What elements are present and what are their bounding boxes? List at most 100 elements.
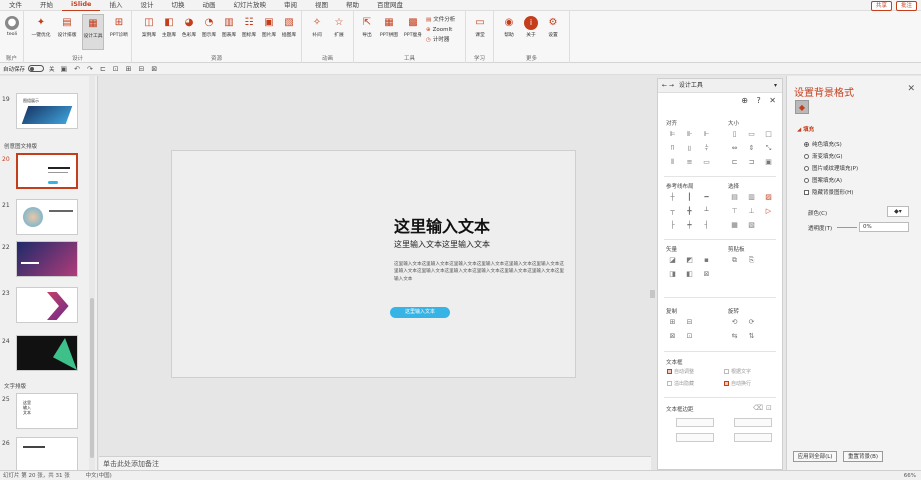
slide-thumbnail-24[interactable] <box>16 335 78 371</box>
add-icon[interactable]: ⊕ <box>741 96 748 105</box>
gradient-fill-radio[interactable] <box>804 154 809 159</box>
rotate-right-icon[interactable]: ⟳ <box>743 315 760 329</box>
subtract-icon[interactable]: ◧ <box>681 267 698 281</box>
select-same-icon[interactable]: ▤ <box>726 190 743 204</box>
account-button[interactable]: ● teoli <box>1 14 23 50</box>
extend-button[interactable]: ☆ 扩展 <box>328 14 350 50</box>
align-top-icon[interactable]: ⫪ <box>664 141 681 155</box>
timer-button[interactable]: ◷ 计时器 <box>426 35 455 45</box>
thumbnail-scroll-thumb[interactable] <box>90 298 94 458</box>
tab-slideshow[interactable]: 幻灯片放映 <box>224 0 275 11</box>
copy-v-icon[interactable]: ⊡ <box>681 329 698 343</box>
rotate-more-icon[interactable] <box>760 315 777 329</box>
guide-bottom-icon[interactable]: ┴ <box>698 204 715 218</box>
hide-background-option[interactable]: 隐藏背景图形(H) <box>804 188 853 196</box>
transparency-slider[interactable] <box>837 227 857 228</box>
help-button[interactable]: ◉ 帮助 <box>498 14 520 50</box>
fragment-icon[interactable]: ▪ <box>698 253 715 267</box>
lock-icon[interactable]: ⊡ <box>766 404 772 412</box>
comment-button[interactable]: 批注 <box>895 1 917 11</box>
copy-more-icon[interactable] <box>698 315 715 329</box>
tab-help[interactable]: 帮助 <box>337 0 368 11</box>
question-icon[interactable]: ? <box>757 96 761 105</box>
guide-left-icon[interactable]: ├ <box>664 218 681 232</box>
guide-v-icon[interactable]: ┃ <box>681 190 698 204</box>
close-icon[interactable]: ✕ <box>769 96 776 105</box>
current-slide[interactable]: 这里输入文本 这里输入文本这里输入文本 这里输入文本这里输入文本这里输入文本这里… <box>171 150 576 378</box>
autosave-toggle[interactable] <box>28 65 45 72</box>
language-status[interactable]: 中文(中国) <box>86 473 112 479</box>
slide-cta-button[interactable]: 这里输入文本 <box>390 307 450 318</box>
guide-mid-icon[interactable]: ╋ <box>681 204 698 218</box>
copy-ring-icon[interactable]: ⊟ <box>681 315 698 329</box>
overflow-hide-checkbox[interactable] <box>667 381 672 386</box>
share-button[interactable]: 共享 <box>870 1 892 11</box>
select-invert-icon[interactable]: ▧ <box>743 218 760 232</box>
distribute-h-icon[interactable]: ⦀ <box>664 155 681 169</box>
thumbnail-scrollbar[interactable] <box>89 76 95 470</box>
close-icon[interactable]: ✕ <box>907 84 915 94</box>
flip-h-icon[interactable]: ⇆ <box>726 329 743 343</box>
group-icon[interactable]: ⊡ <box>113 65 119 73</box>
dropdown-icon[interactable]: ▾ <box>774 79 777 93</box>
autofit-option[interactable]: 自动调整 <box>667 368 694 375</box>
section-creative-layout[interactable]: 创意图文排版 <box>4 142 37 150</box>
select-pos-icon[interactable]: ⊤ <box>726 204 743 218</box>
fit-text-option[interactable]: 根据文字 <box>724 368 751 375</box>
height-icon[interactable]: ⇕ <box>743 141 760 155</box>
about-button[interactable]: i 关于 <box>520 14 542 50</box>
ppt-diagnose-button[interactable]: ⊞ PPT诊断 <box>108 14 130 50</box>
slide-thumbnail-19[interactable]: 图组展示 <box>16 93 78 129</box>
guide-icon[interactable]: ┼ <box>664 190 681 204</box>
tab-animations[interactable]: 动画 <box>193 0 224 11</box>
settings-button[interactable]: ⚙ 设置 <box>542 14 564 50</box>
paint-bucket-icon[interactable]: ◆ <box>795 100 809 114</box>
pattern-fill-radio[interactable] <box>804 178 809 183</box>
tab-review[interactable]: 审阅 <box>275 0 306 11</box>
picture-fill-option[interactable]: 图片或纹理填充(P) <box>804 164 858 172</box>
flip-v-icon[interactable]: ⇅ <box>743 329 760 343</box>
export-button[interactable]: ⇱ 导出 <box>356 14 378 50</box>
gradient-fill-option[interactable]: 渐变填充(G) <box>804 152 843 160</box>
select-type-icon[interactable]: ▥ <box>743 190 760 204</box>
design-tools-button[interactable]: ▦ 设计工具 <box>82 14 104 50</box>
margin-bottom-input[interactable] <box>734 433 772 442</box>
guide-top-icon[interactable]: ┬ <box>664 204 681 218</box>
transparency-input[interactable]: 0% <box>859 222 909 232</box>
margin-right-input[interactable] <box>676 433 714 442</box>
classroom-button[interactable]: ▭ 课堂 <box>469 14 491 50</box>
tab-view[interactable]: 视图 <box>306 0 337 11</box>
solid-fill-radio[interactable] <box>804 142 809 147</box>
save-icon[interactable]: ▣ <box>61 65 68 73</box>
slide-thumbnail-20[interactable] <box>16 153 78 189</box>
intersect-icon[interactable]: ◨ <box>664 267 681 281</box>
slide-thumbnail-26[interactable] <box>16 437 78 470</box>
select-size-icon[interactable]: ⊥ <box>743 204 760 218</box>
design-layout-button[interactable]: ▤ 设计排版 <box>56 14 78 50</box>
tab-baidu-netdisk[interactable]: 百度网盘 <box>368 0 412 11</box>
notes-area[interactable]: 单击此处添加备注 <box>99 456 651 470</box>
color-library-button[interactable]: ◕ 色彩库 <box>178 14 200 50</box>
ppt-slim-button[interactable]: ▩ PPT瘦身 <box>402 14 424 50</box>
union-icon[interactable]: ◪ <box>664 253 681 267</box>
scale-icon[interactable]: ⤡ <box>760 141 777 155</box>
tab-transitions[interactable]: 切换 <box>162 0 193 11</box>
align-bottom-icon[interactable]: ⫩ <box>698 141 715 155</box>
guide-right-icon[interactable]: ┤ <box>698 218 715 232</box>
same-height-icon[interactable]: ▭ <box>743 127 760 141</box>
select-more-icon[interactable] <box>760 218 777 232</box>
nav-arrows-icon[interactable]: ← → <box>662 82 674 89</box>
color-picker-button[interactable]: ◆▾ <box>887 206 909 217</box>
tab-file[interactable]: 文件 <box>0 0 31 11</box>
slide-title[interactable]: 这里输入文本 <box>394 213 490 237</box>
rotate-left-icon[interactable]: ⟲ <box>726 315 743 329</box>
guide-h-icon[interactable]: ━ <box>698 190 715 204</box>
file-analysis-button[interactable]: ▤ 文件分析 <box>426 15 455 25</box>
theme-library-button[interactable]: ◧ 主题库 <box>158 14 180 50</box>
paste-format-icon[interactable] <box>760 253 777 267</box>
margin-top-input[interactable] <box>734 418 772 427</box>
align-middle-icon[interactable]: ⫫ <box>681 141 698 155</box>
zoomit-button[interactable]: ⊕ ZoomIt <box>426 25 455 35</box>
copy-h-icon[interactable]: ⊠ <box>664 329 681 343</box>
align-center-icon[interactable]: ⊪ <box>681 127 698 141</box>
